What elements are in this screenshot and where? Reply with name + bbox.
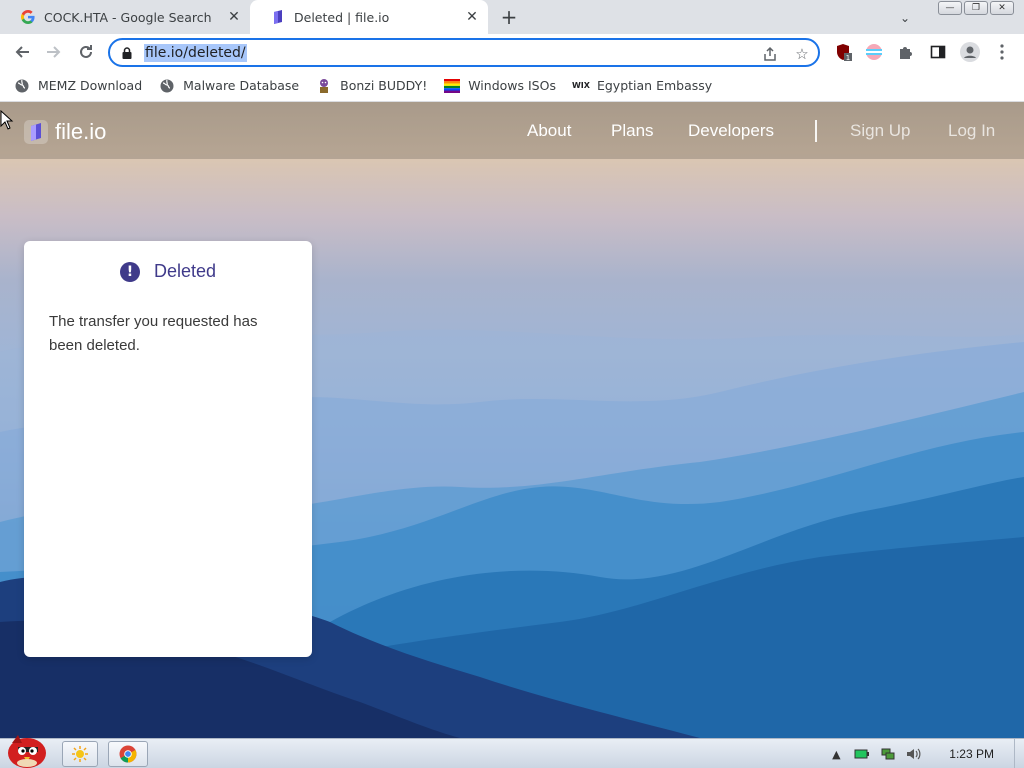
volume-icon[interactable] [906,746,922,762]
bookmark-egyptian-embassy[interactable]: WIX Egyptian Embassy [571,78,713,94]
star-icon[interactable]: ☆ [792,44,812,64]
reload-icon [80,45,92,58]
minimize-button[interactable]: — [938,1,962,15]
logo-text: file.io [55,119,107,144]
nav-about[interactable]: About [527,121,571,141]
battery-icon[interactable] [854,746,870,762]
url-text[interactable]: file.io/deleted/ [144,43,247,62]
card-message: The transfer you requested has been dele… [49,313,258,354]
deleted-card: ! Deleted The transfer you requested has… [24,241,312,657]
forward-button[interactable] [42,40,66,64]
nav-developers[interactable]: Developers [688,121,774,141]
chevron-down-icon[interactable]: ⌄ [895,8,915,28]
reload-button[interactable] [74,40,98,64]
bookmark-label: MEMZ Download [38,78,143,93]
browser-toolbar: file.io/deleted/ ☆ 1 [0,34,1024,70]
rainbow-flag-icon [444,78,461,94]
new-tab-button[interactable]: + [498,5,520,29]
maximize-button[interactable]: ❐ [964,1,988,15]
fileio-icon [270,9,286,25]
bookmark-bonzi-buddy[interactable]: Bonzi BUDDY! [316,78,427,94]
taskbar: ▲ 1:23 PM [0,735,1024,768]
globe-icon [14,78,30,94]
menu-dots-icon[interactable] [992,42,1012,62]
taskbar-chrome-button[interactable] [108,741,148,767]
card-header: ! Deleted [24,261,312,282]
arrow-right-icon [47,46,61,58]
extension-badge: 1 [846,54,850,61]
address-bar[interactable]: file.io/deleted/ ☆ [108,38,820,67]
profile-icon[interactable] [960,42,980,62]
start-button[interactable] [4,731,50,768]
share-icon[interactable] [760,44,780,64]
wix-icon: WIX [571,81,590,90]
taskbar-clock[interactable]: 1:23 PM [949,747,994,761]
close-icon[interactable]: ✕ [224,7,244,27]
bookmark-label: Bonzi BUDDY! [340,78,428,93]
bonzi-icon [316,78,332,94]
arrow-left-icon [15,46,29,58]
google-icon [20,9,36,25]
bookmark-memz-download[interactable]: MEMZ Download [14,78,142,94]
alert-icon: ! [119,261,140,282]
nav-sign-up[interactable]: Sign Up [850,121,910,141]
bookmark-label: Malware Database [183,78,300,93]
card-title: Deleted [153,261,217,281]
bookmark-malware-database[interactable]: Malware Database [159,78,299,94]
site-logo[interactable]: file.io [24,119,106,145]
close-window-button[interactable]: ✕ [990,1,1014,15]
bookmark-label: Windows ISOs [468,78,556,93]
bookmark-label: Egyptian Embassy [596,78,713,93]
flag-extension-icon[interactable] [864,42,884,62]
taskbar-explorer-button[interactable] [62,741,98,767]
network-icon[interactable] [880,746,896,762]
bookmarks-bar: MEMZ Download Malware Database Bonzi BUD… [0,70,1024,102]
sun-icon [72,746,88,762]
fileio-logo-icon [24,120,48,144]
mouse-cursor-icon [0,110,14,130]
tab-title: Deleted | file.io [294,9,390,25]
side-panel-icon[interactable] [928,42,948,62]
show-hidden-icons-icon[interactable]: ▲ [828,746,844,762]
puzzle-icon[interactable] [896,42,916,62]
system-tray: ▲ 1:23 PM [823,739,1024,768]
nav-log-in[interactable]: Log In [948,121,995,141]
show-desktop-button[interactable] [1014,739,1024,768]
globe-icon [159,78,175,94]
chrome-icon [119,745,137,763]
nav-divider [815,120,817,142]
close-icon[interactable]: ✕ [462,7,482,27]
nav-plans[interactable]: Plans [611,121,654,141]
lock-icon[interactable] [120,46,134,60]
site-navbar: file.io About Plans Developers Sign Up L… [0,102,1024,159]
back-button[interactable] [10,40,34,64]
window-controls: — ❐ ✕ [938,1,1014,15]
tab-strip: COCK.HTA - Google Search ✕ Deleted | fil… [0,0,1024,34]
ublock-extension-icon[interactable]: 1 [833,42,853,62]
bookmark-windows-isos[interactable]: Windows ISOs [444,78,556,94]
tab-title: COCK.HTA - Google Search [44,9,212,25]
tab-fileio[interactable]: Deleted | file.io ✕ [250,0,488,34]
tab-google-search[interactable]: COCK.HTA - Google Search ✕ [0,0,250,34]
page-viewport: file.io About Plans Developers Sign Up L… [0,102,1024,738]
